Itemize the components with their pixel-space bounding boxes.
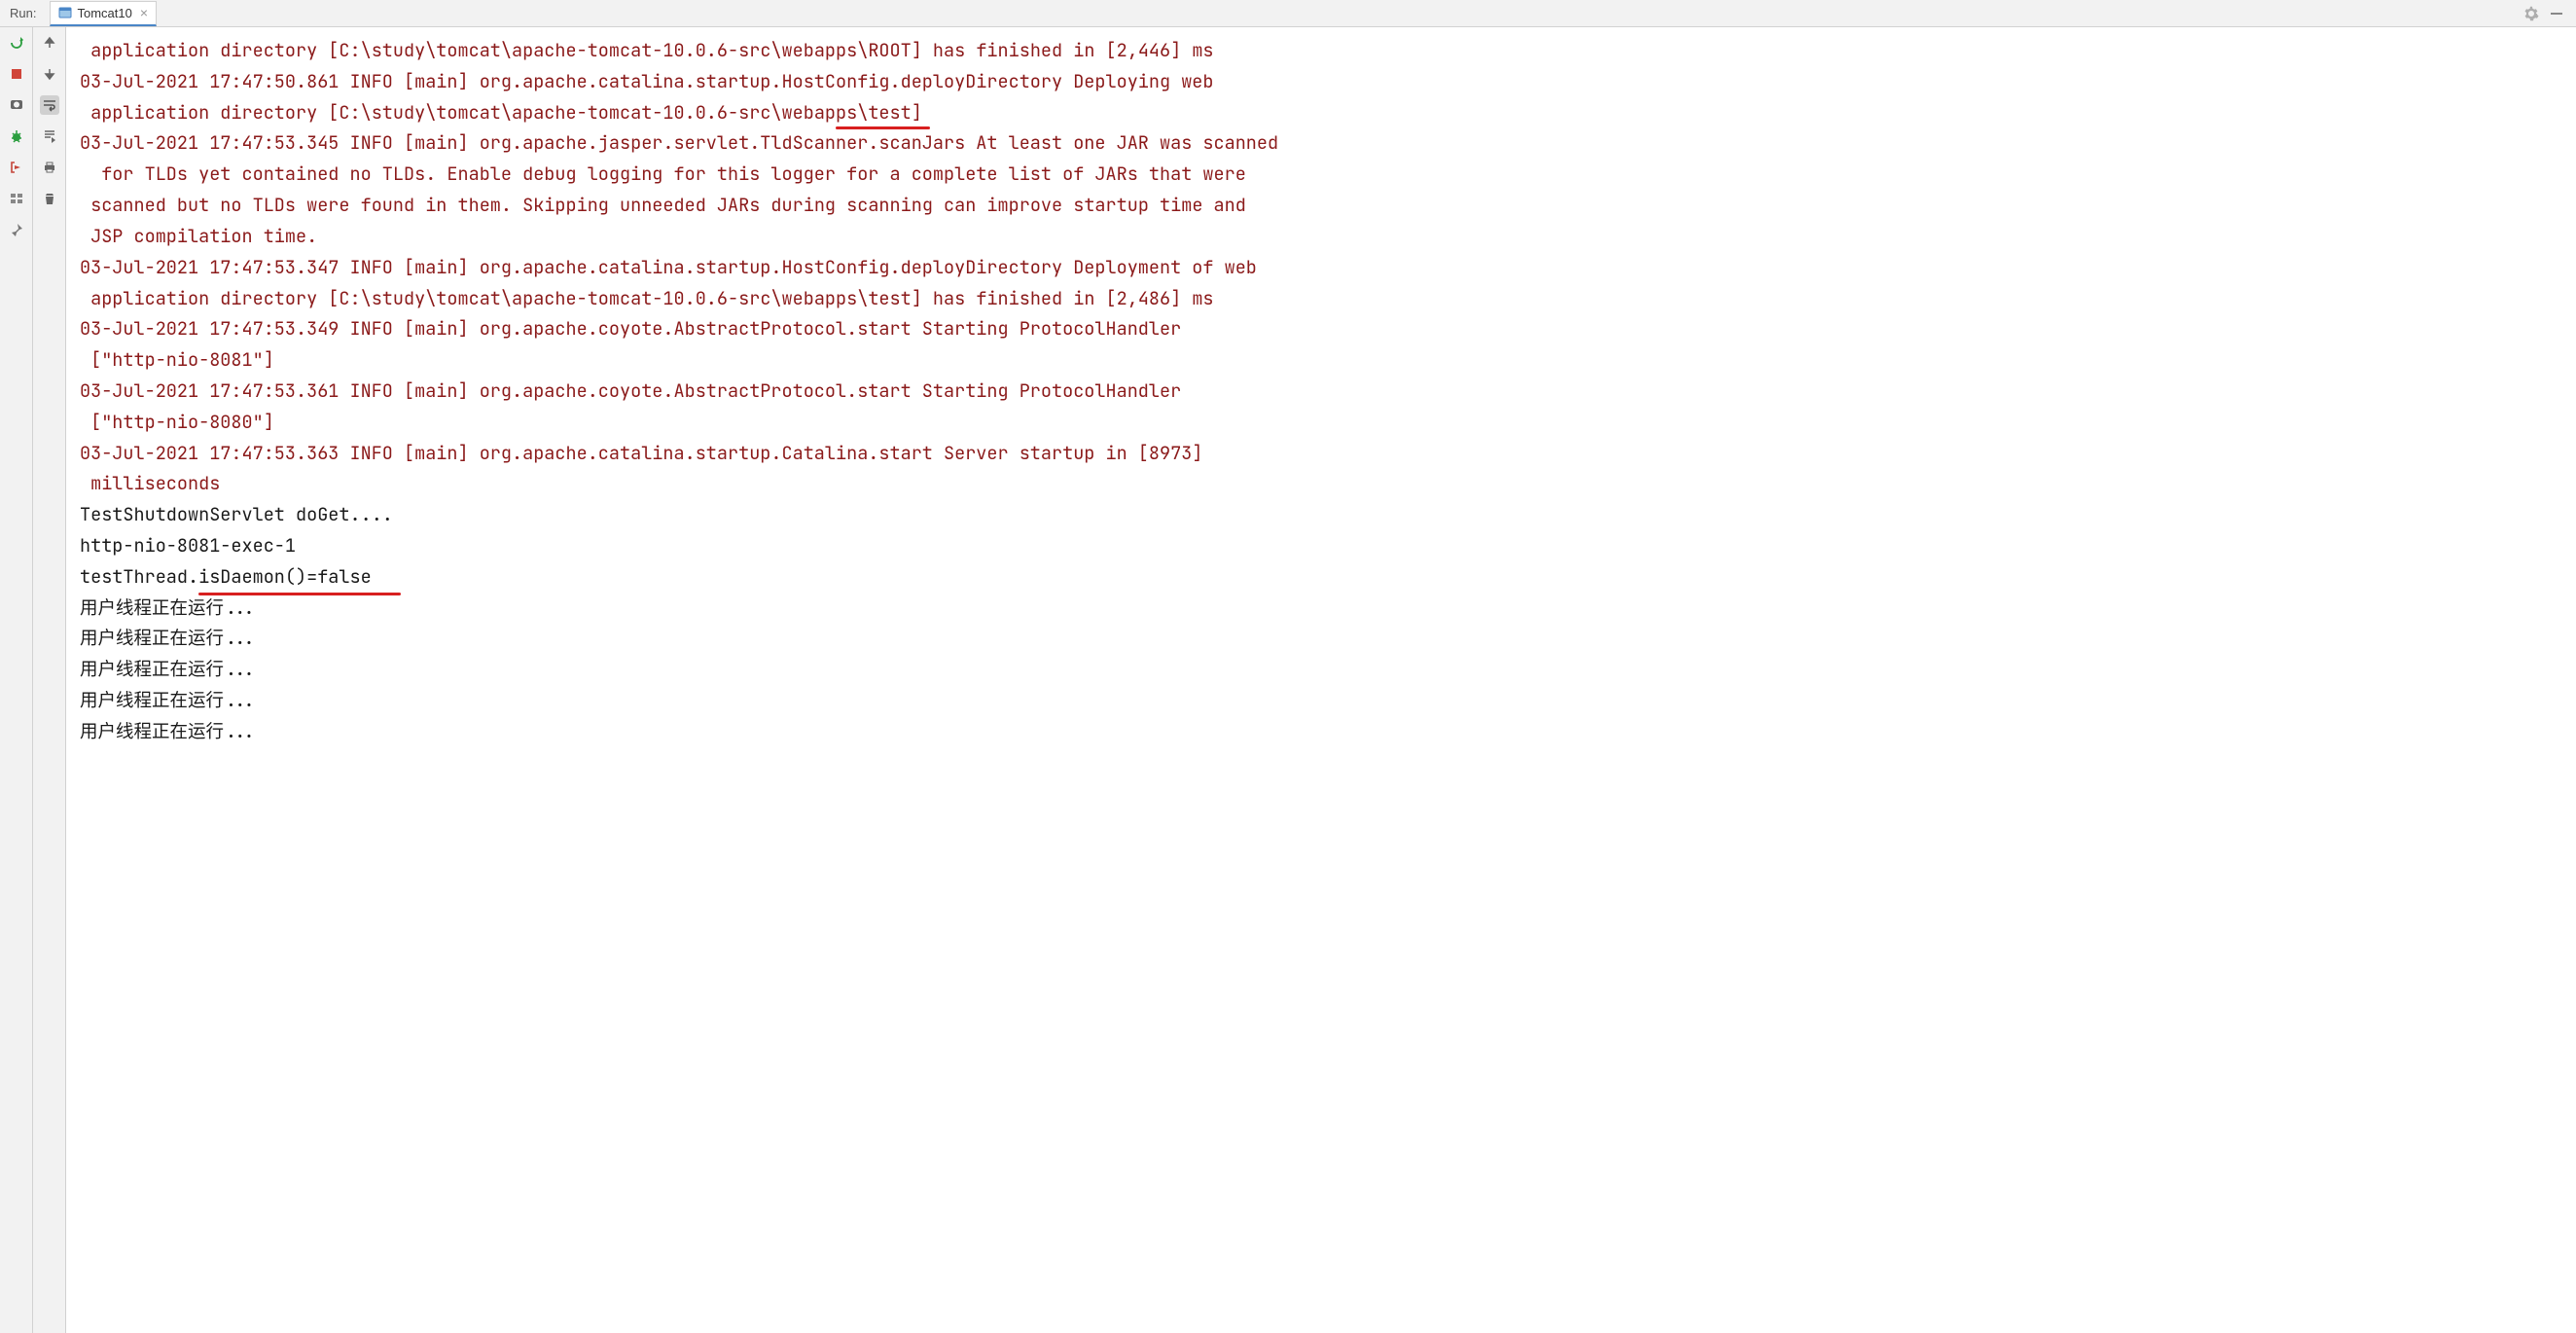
console-line: ["http-nio-8081"]	[80, 344, 2562, 376]
scroll-down-button[interactable]	[40, 64, 59, 84]
run-label: Run:	[4, 6, 42, 20]
clear-button[interactable]	[40, 189, 59, 208]
console-line: 用户线程正在运行...	[80, 685, 2562, 716]
pin-button[interactable]	[7, 220, 26, 239]
exit-button[interactable]	[7, 158, 26, 177]
gear-icon[interactable]	[2523, 6, 2539, 21]
console-line: 03-Jul-2021 17:47:53.349 INFO [main] org…	[80, 313, 2562, 344]
minimize-icon[interactable]	[2549, 6, 2564, 21]
tab-tomcat10[interactable]: Tomcat10 ×	[50, 1, 157, 26]
console-line: http-nio-8081-exec-1	[80, 530, 2562, 561]
console-line: 用户线程正在运行...	[80, 623, 2562, 654]
console-line: scanned but no TLDs were found in them. …	[80, 190, 2562, 221]
sidebar-left-2	[33, 27, 66, 1333]
rerun-button[interactable]	[7, 33, 26, 53]
stop-button[interactable]	[7, 64, 26, 84]
scroll-up-button[interactable]	[40, 33, 59, 53]
console-line: 用户线程正在运行...	[80, 654, 2562, 685]
debug-button[interactable]	[7, 126, 26, 146]
console-line: testThread.isDaemon()=false	[80, 561, 2562, 593]
console-line: 03-Jul-2021 17:47:53.363 INFO [main] org…	[80, 438, 2562, 469]
console-line: 03-Jul-2021 17:47:50.861 INFO [main] org…	[80, 66, 2562, 97]
console-line: for TLDs yet contained no TLDs. Enable d…	[80, 159, 2562, 190]
console-line: 03-Jul-2021 17:47:53.361 INFO [main] org…	[80, 376, 2562, 407]
console-line: ["http-nio-8080"]	[80, 407, 2562, 438]
console-line: application directory [C:\study\tomcat\a…	[80, 97, 2562, 128]
console-line: milliseconds	[80, 468, 2562, 499]
tab-label: Tomcat10	[77, 6, 131, 20]
console-line: JSP compilation time.	[80, 221, 2562, 252]
run-header: Run: Tomcat10 ×	[0, 0, 2576, 27]
scroll-to-end-button[interactable]	[40, 126, 59, 146]
header-right	[2523, 6, 2572, 21]
run-body: application directory [C:\study\tomcat\a…	[0, 27, 2576, 1333]
console-line: 用户线程正在运行...	[80, 593, 2562, 624]
console-line: application directory [C:\study\tomcat\a…	[80, 283, 2562, 314]
close-tab-icon[interactable]: ×	[140, 5, 148, 20]
dump-threads-button[interactable]	[7, 95, 26, 115]
layout-button[interactable]	[7, 189, 26, 208]
console-output[interactable]: application directory [C:\study\tomcat\a…	[66, 27, 2576, 1333]
print-button[interactable]	[40, 158, 59, 177]
console-line: 用户线程正在运行...	[80, 716, 2562, 747]
sidebar-left-1	[0, 27, 33, 1333]
console-line: TestShutdownServlet doGet....	[80, 499, 2562, 530]
console-line: application directory [C:\study\tomcat\a…	[80, 35, 2562, 66]
console-line: 03-Jul-2021 17:47:53.347 INFO [main] org…	[80, 252, 2562, 283]
soft-wrap-button[interactable]	[40, 95, 59, 115]
console-line: 03-Jul-2021 17:47:53.345 INFO [main] org…	[80, 127, 2562, 159]
run-config-icon	[58, 6, 72, 19]
